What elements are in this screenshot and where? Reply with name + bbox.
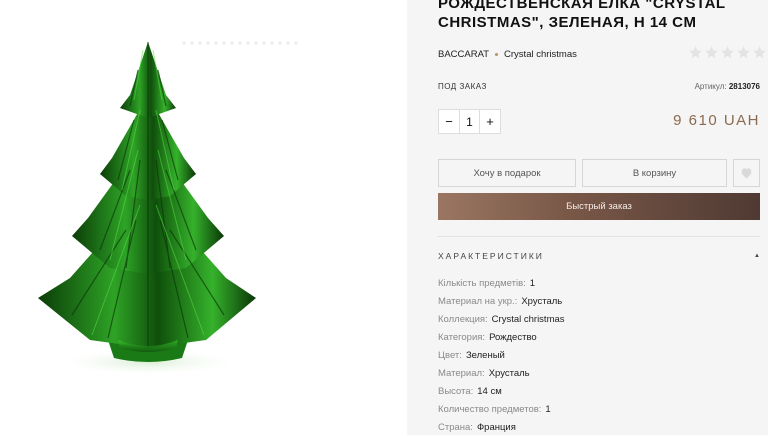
spec-label: Высота: bbox=[438, 385, 474, 397]
breadcrumb: BACCARAT Crystal christmas bbox=[438, 49, 577, 60]
specs-header[interactable]: ХАРАКТЕРИСТИКИ ▲ bbox=[438, 251, 760, 261]
spec-value: Зеленый bbox=[465, 350, 505, 361]
spec-label: Коллекция: bbox=[438, 314, 488, 326]
spec-label: Категория: bbox=[438, 332, 486, 344]
quantity-stepper[interactable]: − 1 + bbox=[438, 109, 501, 134]
spec-row: Высота: 14 см bbox=[438, 382, 760, 400]
spec-row: Коллекция: Crystal christmas bbox=[438, 311, 760, 329]
spec-row: Материал: Хрусталь bbox=[438, 364, 760, 382]
collapse-icon[interactable]: ▲ bbox=[754, 253, 760, 259]
quick-order-button[interactable]: Быстрый заказ bbox=[438, 193, 760, 220]
collection-link[interactable]: Crystal christmas bbox=[504, 49, 577, 60]
specs-title: ХАРАКТЕРИСТИКИ bbox=[438, 251, 544, 261]
quantity-input[interactable]: 1 bbox=[459, 110, 480, 133]
spec-value: 1 bbox=[529, 278, 536, 290]
add-to-cart-button[interactable]: В корзину bbox=[582, 159, 727, 187]
sku: Артикул: 2813076 bbox=[695, 82, 760, 91]
availability-status: ПОД ЗАКАЗ bbox=[438, 82, 487, 91]
spec-label: Кількість предметів: bbox=[438, 278, 526, 290]
increment-button[interactable]: + bbox=[480, 110, 500, 133]
spec-label: Страна: bbox=[438, 421, 473, 433]
sku-label: Артикул: bbox=[694, 82, 727, 91]
spec-label: Цвет: bbox=[438, 350, 462, 361]
star-icon[interactable] bbox=[704, 45, 719, 60]
spec-value: Crystal christmas bbox=[491, 314, 565, 326]
spec-label: Количество предметов: bbox=[438, 403, 542, 415]
gift-button[interactable]: Хочу в подарок bbox=[438, 159, 576, 187]
spec-list: Кількість предметів: 1 Материал на укр.:… bbox=[438, 275, 760, 435]
wishlist-button[interactable] bbox=[733, 159, 760, 187]
sku-value: 2813076 bbox=[728, 82, 760, 91]
spec-value: 1 bbox=[545, 403, 551, 415]
star-icon[interactable] bbox=[688, 45, 703, 60]
spec-value: Рождество bbox=[489, 332, 537, 344]
product-gallery bbox=[0, 0, 407, 435]
spec-row: Категория: Рождество bbox=[438, 329, 760, 347]
spec-value: Хрусталь bbox=[521, 296, 563, 308]
separator-dot bbox=[495, 53, 499, 56]
product-image[interactable] bbox=[30, 40, 262, 425]
rating-stars[interactable] bbox=[688, 45, 767, 60]
product-title: РОЖДЕСТВЕНСКАЯ ЁЛКА "CRYSTAL CHRISTMAS",… bbox=[438, 0, 726, 31]
heart-icon bbox=[741, 168, 752, 179]
product-details: РОЖДЕСТВЕНСКАЯ ЁЛКА "CRYSTAL CHRISTMAS",… bbox=[407, 0, 768, 435]
divider bbox=[438, 236, 760, 237]
spec-value: Франция bbox=[476, 421, 516, 433]
price: 9 610 UAH bbox=[673, 112, 760, 129]
star-icon[interactable] bbox=[720, 45, 735, 60]
spec-row: Количество предметов: 1 bbox=[438, 400, 760, 418]
spec-row: Материал на укр.: Хрусталь bbox=[438, 293, 760, 311]
star-icon[interactable] bbox=[752, 45, 767, 60]
star-icon[interactable] bbox=[736, 45, 751, 60]
spec-value: 14 см bbox=[477, 385, 502, 397]
spec-row: Цвет: Зеленый bbox=[438, 347, 760, 365]
spec-value: Хрусталь bbox=[488, 367, 530, 379]
brand-link[interactable]: BACCARAT bbox=[438, 49, 489, 60]
spec-row: Кількість предметів: 1 bbox=[438, 275, 760, 293]
spec-row: Страна: Франция bbox=[438, 418, 760, 435]
spec-label: Материал на укр.: bbox=[438, 296, 518, 308]
spec-label: Материал: bbox=[438, 367, 485, 379]
decrement-button[interactable]: − bbox=[439, 110, 459, 133]
